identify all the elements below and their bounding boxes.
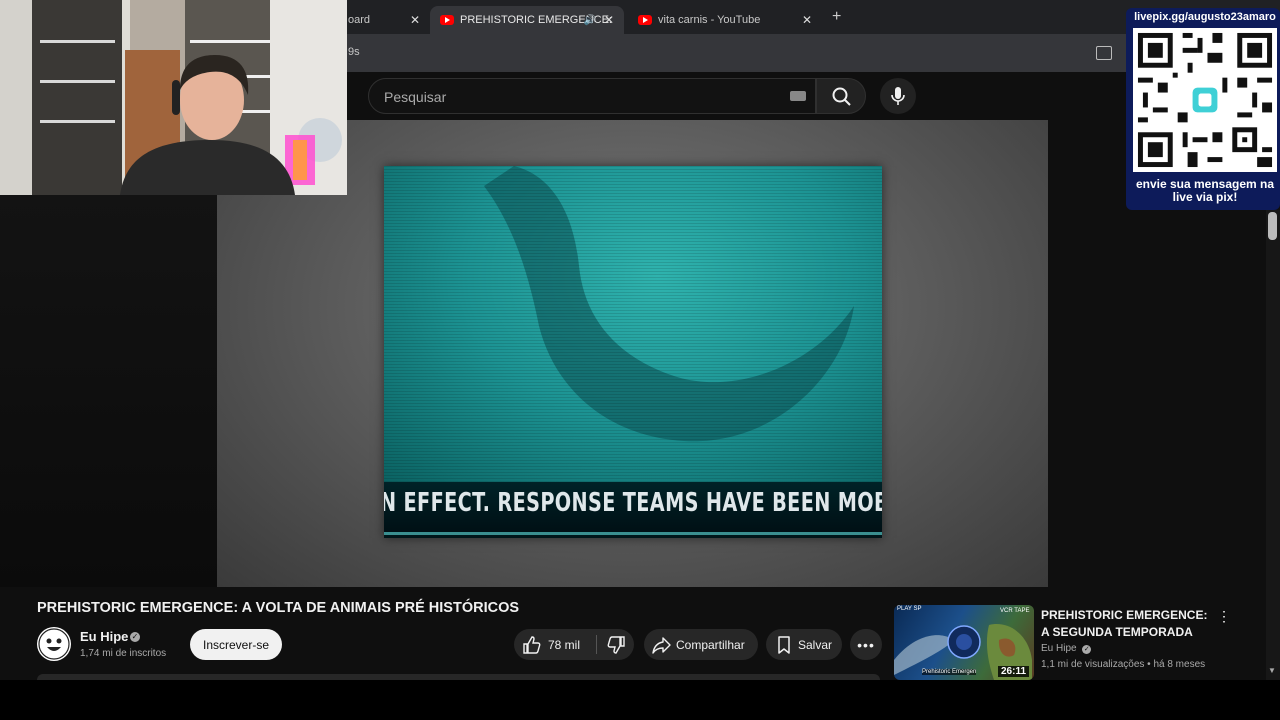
- news-ticker: N EFFECT. RESPONSE TEAMS HAVE BEEN MOBIL…: [384, 482, 882, 532]
- webcam-overlay: [0, 0, 347, 195]
- thumbs-up-icon: [523, 636, 541, 654]
- ticker-line: [384, 532, 882, 535]
- verified-icon: ✓: [1082, 645, 1092, 654]
- tab-vita-carnis[interactable]: vita carnis - YouTube ✕: [628, 6, 822, 34]
- right-margin: [1048, 210, 1280, 587]
- video-title: PREHISTORIC EMERGENCE: A VOLTA DE ANIMAI…: [37, 600, 520, 616]
- address-text[interactable]: 9s: [348, 46, 360, 58]
- channel-avatar[interactable]: [37, 627, 71, 661]
- more-dots-icon: •••: [857, 636, 875, 653]
- livepix-url: livepix.gg/augusto23amaro: [1134, 11, 1276, 23]
- scroll-down-arrow-icon[interactable]: ▼: [1268, 666, 1276, 675]
- keyboard-icon[interactable]: [790, 91, 806, 101]
- tab-label: vita carnis - YouTube: [658, 14, 761, 26]
- share-icon: [652, 637, 671, 654]
- voice-search-button[interactable]: [880, 78, 916, 114]
- microphone-icon: [891, 87, 905, 105]
- scanlines: [384, 166, 882, 482]
- search-icon: [832, 87, 851, 106]
- qr-code-icon: [1133, 28, 1277, 172]
- install-app-icon[interactable]: [1096, 46, 1112, 60]
- search-input[interactable]: [382, 87, 766, 107]
- thumbnail-tag-left: PLAY SP: [897, 606, 922, 612]
- tab-dashboard[interactable]: oard ✕: [338, 6, 430, 34]
- subscribe-button[interactable]: Inscrever-se: [190, 629, 282, 660]
- thumbs-down-icon: [607, 636, 625, 654]
- close-tab-icon[interactable]: ✕: [410, 13, 420, 27]
- search-button[interactable]: [816, 78, 866, 114]
- channel-name[interactable]: Eu Hipe: [80, 629, 128, 644]
- new-tab-button[interactable]: +: [832, 8, 841, 26]
- like-divider: [596, 635, 597, 654]
- subscriber-count: 1,74 mi de inscritos: [80, 648, 167, 659]
- qr-code-image: [1133, 28, 1277, 172]
- related-more-icon[interactable]: ⋮: [1217, 608, 1231, 625]
- related-video-meta: 1,1 mi de visualizações • há 8 meses: [1041, 659, 1206, 670]
- verified-icon: ✓: [130, 632, 140, 642]
- youtube-icon: [440, 15, 454, 25]
- related-channel-name: Eu Hipe: [1041, 643, 1077, 654]
- left-margin: [0, 195, 217, 587]
- close-tab-icon[interactable]: ✕: [802, 13, 812, 27]
- youtube-icon: [638, 15, 652, 25]
- related-video-title[interactable]: PREHISTORIC EMERGENCE: A SEGUNDA TEMPORA…: [1041, 607, 1211, 641]
- avatar-face-icon: [38, 628, 70, 660]
- more-actions-button[interactable]: •••: [850, 629, 882, 660]
- like-count: 78 mil: [548, 638, 581, 652]
- thumbnail-caption: Prehistoric Emergen: [922, 669, 977, 675]
- related-channel-row[interactable]: Eu Hipe ✓: [1041, 643, 1092, 654]
- share-label: Compartilhar: [676, 637, 745, 652]
- dislike-button[interactable]: [598, 629, 634, 660]
- bookmark-icon: [778, 636, 790, 654]
- save-label: Salvar: [798, 637, 833, 652]
- speaker-icon[interactable]: 🔊: [584, 15, 596, 26]
- livepix-message: envie sua mensagem na live via pix!: [1135, 177, 1275, 204]
- webcam-image: [0, 0, 347, 195]
- bottom-black-band: [0, 680, 1280, 720]
- save-button[interactable]: Salvar: [766, 629, 842, 660]
- video-duration: 26:11: [998, 666, 1030, 677]
- page-scrollbar[interactable]: [1266, 210, 1280, 680]
- tab-prehistoric-emergence[interactable]: PREHISTORIC EMERGENCE: 🔊 ✕: [430, 6, 624, 34]
- close-tab-icon[interactable]: ✕: [604, 13, 614, 27]
- like-dislike-group: 78 mil: [514, 629, 634, 660]
- ticker-text: N EFFECT. RESPONSE TEAMS HAVE BEEN MOBIL…: [384, 488, 882, 518]
- like-button[interactable]: 78 mil: [514, 629, 596, 660]
- video-frame: N EFFECT. RESPONSE TEAMS HAVE BEEN MOBIL…: [384, 166, 882, 538]
- share-button[interactable]: Compartilhar: [644, 629, 758, 660]
- scrollbar-thumb[interactable]: [1268, 212, 1277, 240]
- thumbnail-tag-right: VCR TAPE: [1000, 608, 1030, 614]
- tab-label: oard: [348, 14, 371, 26]
